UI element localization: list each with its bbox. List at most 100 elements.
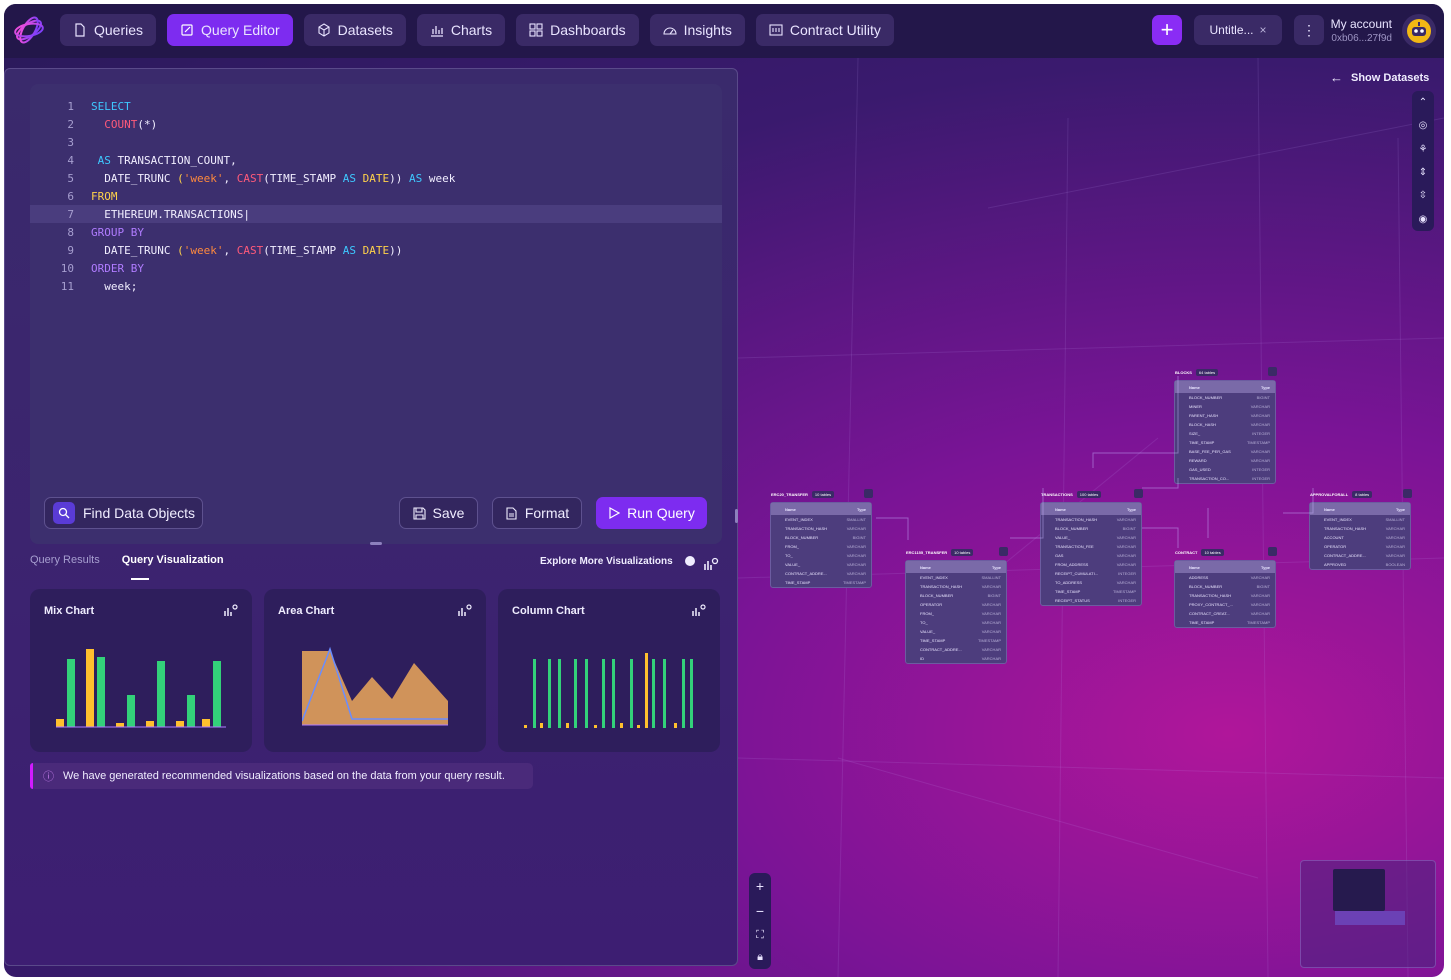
cube-icon <box>318 23 330 37</box>
code-line: 1 SELECT <box>30 97 722 115</box>
code-token: )) <box>389 171 403 185</box>
code-line-current: 7 ETHEREUM.TRANSACTIONS| <box>30 205 722 223</box>
code-token: ORDER BY <box>91 261 144 275</box>
nav-query-editor[interactable]: Query Editor <box>167 14 293 46</box>
close-icon[interactable]: × <box>1260 23 1267 37</box>
format-button[interactable]: Format <box>492 497 582 529</box>
info-icon: ⓘ <box>43 771 54 783</box>
code-line: 2 COUNT(*) <box>30 115 722 133</box>
top-navigation-bar: Queries Query Editor Datasets Charts Das… <box>4 4 1444 58</box>
save-icon <box>412 506 426 520</box>
run-label: Run Query <box>627 505 695 521</box>
viz-card-title: Mix Chart <box>44 605 95 617</box>
more-options-button[interactable]: ⋮ <box>1294 15 1324 45</box>
mix-chart-thumbnail <box>56 649 226 728</box>
chart-settings-icon[interactable] <box>458 603 472 617</box>
robot-avatar-icon <box>1407 19 1431 43</box>
nav-contract-utility[interactable]: Contract Utility <box>755 14 894 46</box>
save-button[interactable]: Save <box>399 497 478 529</box>
line-number: 11 <box>60 279 74 293</box>
info-note: ⓘ We have generated recommended visualiz… <box>30 763 533 789</box>
nav-insights[interactable]: Insights <box>649 14 745 46</box>
code-token: FROM <box>91 189 118 203</box>
er-connectors <box>876 376 1314 548</box>
search-icon <box>53 502 75 524</box>
code-token: (TIME_STAMP <box>263 243 337 257</box>
line-number: 7 <box>67 207 74 221</box>
explore-more-visualizations-link[interactable]: Explore More Visualizations <box>540 556 696 567</box>
chart-settings-icon[interactable] <box>224 603 238 617</box>
code-token: ( <box>177 243 184 257</box>
code-token: ( <box>177 171 184 185</box>
nav-charts[interactable]: Charts <box>416 14 506 46</box>
app-logo[interactable] <box>12 13 46 47</box>
code-token: COUNT <box>104 117 138 131</box>
viz-card-mix-chart[interactable]: Mix Chart <box>30 589 252 752</box>
code-line: 4 AS TRANSACTION_COUNT, <box>30 151 722 169</box>
code-token: AS <box>342 171 356 185</box>
viz-card-area-chart[interactable]: Area Chart <box>264 589 486 752</box>
viz-card-column-chart[interactable]: Column Chart <box>498 589 720 752</box>
nav-label: Charts <box>450 22 493 38</box>
code-line: 3 <box>30 133 722 151</box>
minimap-nodes <box>1335 911 1405 925</box>
nav-label: Queries <box>94 22 144 38</box>
query-tab[interactable]: Untitle... × <box>1194 15 1282 45</box>
line-number: 1 <box>67 99 74 113</box>
line-number: 2 <box>67 117 74 131</box>
code-token: DATE <box>362 171 390 185</box>
code-token: DATE_TRUNC <box>104 243 171 257</box>
save-label: Save <box>432 505 465 521</box>
chart-settings-icon[interactable] <box>692 603 706 617</box>
code-token: AS <box>342 243 356 257</box>
sql-code-editor[interactable]: 1 SELECT 2 COUNT(*) 3 4 AS TRANSACTION_CO… <box>30 84 722 544</box>
active-tab-indicator <box>131 578 149 580</box>
arrow-circle-icon <box>685 556 696 567</box>
main-nav: Queries Query Editor Datasets Charts Das… <box>60 14 894 46</box>
code-token: ETHEREUM.TRANSACTIONS <box>104 207 244 221</box>
format-label: Format <box>524 505 570 521</box>
code-token: 'week' <box>183 171 224 185</box>
nav-label: Query Editor <box>201 22 280 38</box>
run-query-button[interactable]: Run Query <box>596 497 707 529</box>
find-data-objects-button[interactable]: Find Data Objects <box>44 497 203 529</box>
calculator-icon <box>769 24 783 36</box>
code-line: 8 GROUP BY <box>30 223 722 241</box>
tab-query-visualization[interactable]: Query Visualization <box>122 554 224 566</box>
code-token: CAST <box>236 171 264 185</box>
line-number: 9 <box>67 243 74 257</box>
nav-queries[interactable]: Queries <box>60 14 157 46</box>
nav-dashboards[interactable]: Dashboards <box>516 14 639 46</box>
new-query-button[interactable]: + <box>1152 15 1182 45</box>
code-token: AS <box>408 171 423 185</box>
code-token: TRANSACTION_COUNT, <box>117 153 237 167</box>
code-token: AS <box>97 153 111 167</box>
chart-settings-icon[interactable] <box>703 556 719 572</box>
viz-card-title: Column Chart <box>512 605 585 617</box>
code-line: 10 ORDER BY <box>30 259 722 277</box>
gauge-icon <box>663 27 677 35</box>
nav-label: Dashboards <box>550 22 626 38</box>
area-chart-thumbnail <box>302 646 448 726</box>
note-accent-bar <box>30 763 33 789</box>
minimap[interactable] <box>1300 860 1436 968</box>
account-info[interactable]: My account 0xb06...27f9d <box>1330 17 1392 44</box>
code-token: (*) <box>137 117 158 131</box>
account-label: My account <box>1330 17 1392 31</box>
code-token: SELECT <box>91 99 131 113</box>
line-number: 4 <box>67 153 74 167</box>
results-tabs: Query Results Query Visualization <box>30 554 224 566</box>
file-icon <box>75 23 85 37</box>
account-address: 0xb06...27f9d <box>1331 33 1392 44</box>
find-label: Find Data Objects <box>83 505 196 521</box>
tab-query-results[interactable]: Query Results <box>30 554 100 566</box>
query-tab-label: Untitle... <box>1209 23 1254 37</box>
grid-icon <box>529 23 543 37</box>
code-token: , <box>223 171 231 185</box>
line-number: 10 <box>60 261 74 275</box>
avatar[interactable] <box>1402 14 1436 48</box>
bar-chart-icon <box>430 26 443 37</box>
minimap-viewport <box>1333 869 1385 911</box>
resize-handle[interactable] <box>370 542 382 545</box>
nav-datasets[interactable]: Datasets <box>303 14 406 46</box>
